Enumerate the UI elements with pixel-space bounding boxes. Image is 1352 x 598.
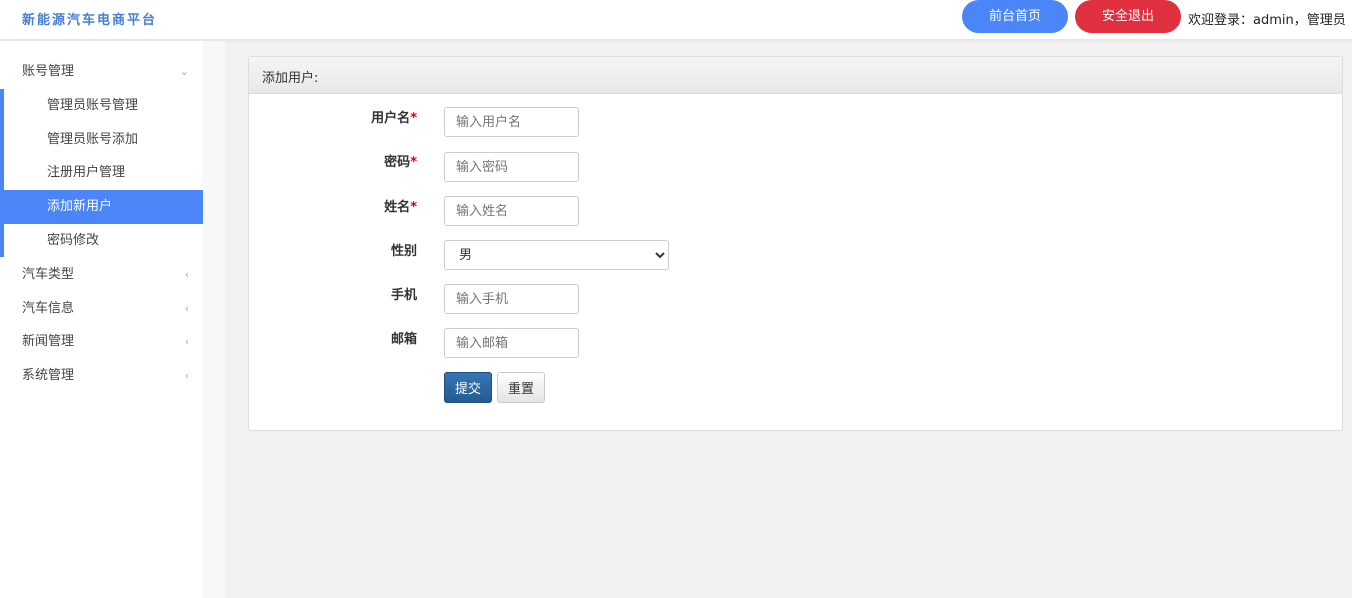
email-input[interactable] bbox=[444, 328, 579, 358]
phone-input[interactable] bbox=[444, 284, 579, 314]
chevron-left-icon: ‹ bbox=[184, 369, 189, 382]
reset-button[interactable]: 重置 bbox=[497, 372, 546, 403]
chevron-left-icon: ‹ bbox=[184, 302, 189, 315]
email-label: 邮箱 bbox=[390, 332, 417, 347]
home-button[interactable]: 前台首页 bbox=[962, 0, 1068, 33]
username-label: 用户名* bbox=[371, 111, 417, 126]
sidebar-group-label: 系统管理 bbox=[22, 368, 75, 383]
username-input[interactable] bbox=[444, 107, 579, 137]
chevron-left-icon: ‹ bbox=[184, 335, 189, 348]
gender-label: 性别 bbox=[390, 244, 417, 259]
gender-select[interactable]: 男 bbox=[444, 240, 669, 270]
sidebar-group-label: 新闻管理 bbox=[22, 334, 75, 349]
chevron-down-icon: ⌄ bbox=[179, 65, 189, 78]
sidebar-group-car-info[interactable]: 汽车信息 ‹ bbox=[0, 292, 203, 326]
sidebar-group-label: 账号管理 bbox=[22, 64, 75, 79]
sidebar-group-label: 汽车类型 bbox=[22, 267, 75, 282]
sidebar-group-system[interactable]: 系统管理 ‹ bbox=[0, 359, 203, 393]
top-bar: 新能源汽车电商平台 前台首页 安全退出 欢迎登录：admin，管理员 bbox=[0, 0, 1352, 40]
logout-button[interactable]: 安全退出 bbox=[1075, 0, 1181, 33]
sidebar-gutter bbox=[203, 41, 225, 598]
sidebar-group-car-type[interactable]: 汽车类型 ‹ bbox=[0, 258, 203, 292]
add-user-panel: 添加用户: 用户名* 密码* 姓名* 性别 男 手机 邮箱 提交 重置 bbox=[248, 56, 1343, 431]
submit-button[interactable]: 提交 bbox=[444, 372, 493, 403]
sidebar-group-account[interactable]: 账号管理 ⌄ bbox=[0, 55, 203, 89]
phone-label: 手机 bbox=[390, 288, 417, 303]
sidebar-group-news[interactable]: 新闻管理 ‹ bbox=[0, 325, 203, 359]
site-logo[interactable]: 新能源汽车电商平台 bbox=[22, 9, 157, 28]
sidebar-item-user-manage[interactable]: 注册用户管理 bbox=[4, 156, 203, 190]
sidebar-group-label: 汽车信息 bbox=[22, 301, 75, 316]
sidebar-item-admin-add[interactable]: 管理员账号添加 bbox=[4, 123, 203, 157]
chevron-left-icon: ‹ bbox=[184, 268, 189, 281]
name-input[interactable] bbox=[444, 196, 579, 226]
sidebar-item-password[interactable]: 密码修改 bbox=[4, 224, 203, 258]
password-label: 密码* bbox=[384, 155, 417, 170]
welcome-text: 欢迎登录：admin，管理员 bbox=[1188, 13, 1346, 28]
panel-title: 添加用户: bbox=[249, 57, 1342, 94]
sidebar-item-admin-manage[interactable]: 管理员账号管理 bbox=[4, 89, 203, 123]
password-input[interactable] bbox=[444, 152, 579, 182]
sidebar-item-add-user[interactable]: 添加新用户 bbox=[4, 190, 203, 224]
name-label: 姓名* bbox=[384, 200, 417, 215]
